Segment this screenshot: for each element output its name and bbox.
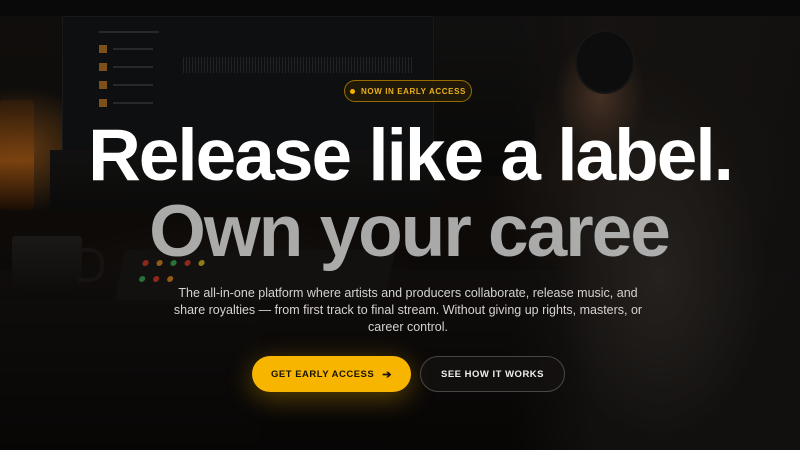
- badge-label: NOW IN EARLY ACCESS: [361, 86, 466, 96]
- arrow-right-icon: ➔: [382, 368, 392, 381]
- get-early-access-label: GET EARLY ACCESS: [271, 368, 375, 380]
- see-how-it-works-label: SEE HOW IT WORKS: [441, 368, 544, 380]
- early-access-badge: NOW IN EARLY ACCESS: [344, 80, 472, 102]
- headline-primary: Release like a label.: [88, 115, 734, 196]
- see-how-it-works-button[interactable]: SEE HOW IT WORKS: [420, 356, 565, 392]
- get-early-access-button[interactable]: GET EARLY ACCESS ➔: [252, 356, 411, 392]
- hero-content: NOW IN EARLY ACCESS Release like a label…: [0, 0, 800, 450]
- hero-subtitle: The all-in-one platform where artists an…: [173, 286, 643, 334]
- headline-secondary: Own your caree: [149, 191, 671, 272]
- status-dot-icon: [350, 88, 356, 94]
- hero-section: NOW IN EARLY ACCESS Release like a label…: [0, 0, 800, 450]
